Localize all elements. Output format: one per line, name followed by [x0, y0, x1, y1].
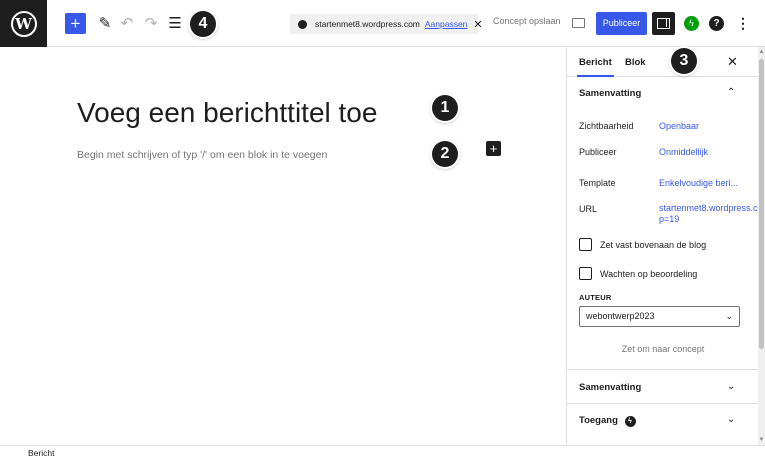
block-appender[interactable]: Begin met schrijven of typ '/' om een bl… — [77, 149, 327, 161]
site-url: startenmet8.wordpress.com — [315, 19, 420, 29]
breadcrumb-post[interactable]: Bericht — [28, 448, 54, 457]
author-select[interactable]: webontwerp2023 ⌄ — [579, 306, 740, 327]
settings-sidebar: Bericht Blok ✕ 3 Samenvatting ⌃ Zichtbaa… — [566, 47, 765, 445]
author-value: webontwerp2023 — [586, 311, 655, 321]
jetpack-icon[interactable]: ϟ — [684, 16, 699, 31]
publish-button[interactable]: Publiceer — [596, 12, 647, 35]
publish-date-value[interactable]: Onmiddellijk — [659, 147, 708, 157]
access-panel-label: Toegang — [579, 415, 618, 426]
chevron-down-icon: ⌄ — [725, 311, 733, 321]
sticky-checkbox-label: Zet vast bovenaan de blog — [600, 240, 707, 250]
inline-block-inserter-button[interactable]: + — [486, 141, 501, 156]
template-label: Template — [579, 178, 616, 188]
chevron-down-icon[interactable]: ⌄ — [727, 414, 735, 425]
chevron-up-icon[interactable]: ⌃ — [727, 87, 735, 98]
callout-badge-3: 3 — [671, 48, 697, 74]
sidebar-tabs: Bericht Blok ✕ — [567, 47, 759, 77]
visibility-label: Zichtbaarheid — [579, 121, 634, 131]
help-icon[interactable]: ? — [709, 16, 724, 31]
sidebar-scrollbar[interactable]: ▲ ▼ — [758, 47, 765, 445]
switch-to-draft-button[interactable]: Zet om naar concept — [567, 344, 759, 354]
summary-panel-heading[interactable]: Samenvatting — [579, 88, 641, 99]
preview-icon[interactable] — [572, 18, 585, 28]
callout-badge-4: 4 — [190, 11, 216, 37]
pending-review-checkbox-label: Wachten op beoordeling — [600, 269, 698, 279]
sticky-checkbox[interactable] — [579, 238, 592, 251]
panel-divider — [567, 403, 759, 404]
block-editor: W + ✎ ↶ ↷ ☰ 4 startenmet8.wordpress.com … — [0, 0, 765, 457]
chevron-down-icon[interactable]: ⌄ — [727, 381, 735, 392]
panel-divider — [567, 369, 759, 370]
tab-block[interactable]: Blok — [625, 57, 646, 68]
url-label: URL — [579, 204, 598, 214]
callout-badge-2: 2 — [432, 141, 458, 167]
close-sidebar-icon[interactable]: ✕ — [727, 54, 738, 70]
close-icon[interactable]: ✕ — [473, 18, 482, 31]
template-value[interactable]: Enkelvoudige beri... — [659, 178, 738, 188]
summary-panel-collapsed-heading[interactable]: Samenvatting — [579, 382, 641, 393]
scroll-down-icon[interactable]: ▼ — [758, 437, 765, 443]
settings-toggle-button[interactable] — [652, 12, 675, 35]
visibility-value[interactable]: Openbaar — [659, 121, 699, 131]
access-panel-heading[interactable]: Toegang ϟ — [579, 415, 636, 427]
author-label: AUTEUR — [579, 293, 612, 302]
customize-link[interactable]: Aanpassen — [425, 19, 468, 29]
callout-badge-1: 1 — [432, 95, 458, 121]
editor-header: W + ✎ ↶ ↷ ☰ 4 startenmet8.wordpress.com … — [0, 0, 765, 47]
tab-post[interactable]: Bericht — [577, 57, 614, 77]
pending-review-checkbox[interactable] — [579, 267, 592, 280]
save-draft-button[interactable]: Concept opslaan — [493, 16, 561, 26]
undo-icon[interactable]: ↶ — [118, 13, 136, 34]
sidebar-panel-icon — [657, 18, 670, 29]
editor-canvas[interactable]: Voeg een berichttitel toe 1 Begin met sc… — [0, 47, 566, 445]
post-title-input[interactable]: Voeg een berichttitel toe — [77, 97, 377, 129]
block-breadcrumb-bar: Bericht — [0, 445, 765, 457]
document-overview-icon[interactable]: ☰ — [166, 13, 184, 34]
site-url-bar: startenmet8.wordpress.com Aanpassen ✕ — [290, 14, 483, 34]
scroll-up-icon[interactable]: ▲ — [758, 49, 765, 55]
url-value[interactable]: startenmet8.wordpress.com/?p=19 — [659, 203, 765, 225]
block-inserter-button[interactable]: + — [65, 13, 86, 34]
scrollbar-thumb[interactable] — [759, 59, 764, 349]
globe-icon — [298, 19, 307, 29]
redo-icon[interactable]: ↷ — [142, 13, 160, 34]
wordpress-logo-button[interactable]: W — [0, 0, 47, 47]
tools-pen-icon[interactable]: ✎ — [96, 13, 114, 34]
publish-date-label: Publiceer — [579, 147, 617, 157]
more-options-icon[interactable]: ⋮ — [736, 14, 750, 32]
wordpress-icon: W — [10, 10, 37, 37]
jetpack-icon: ϟ — [624, 416, 636, 427]
